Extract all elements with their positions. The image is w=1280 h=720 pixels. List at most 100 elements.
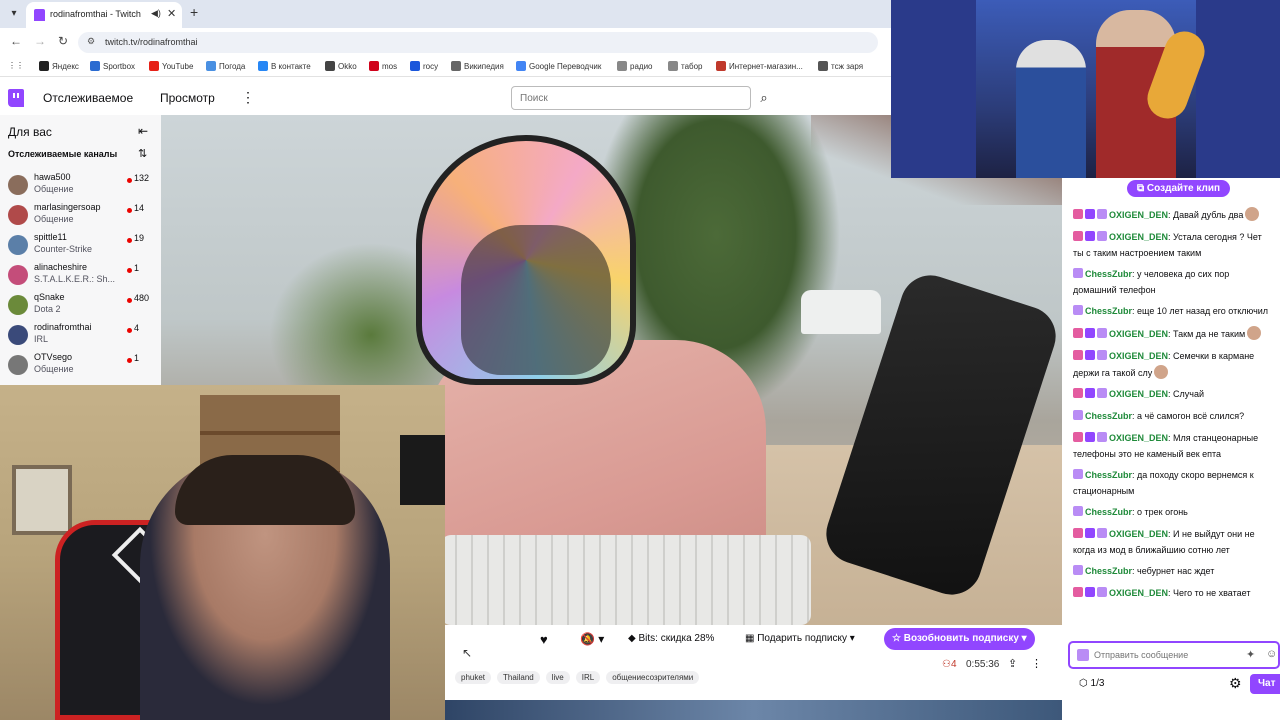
chat-username[interactable]: OXIGEN_DEN bbox=[1109, 232, 1168, 242]
bookmark-item[interactable]: табор bbox=[668, 61, 703, 71]
gift-sub-button[interactable]: ▦ Подарить подписку ▾ bbox=[745, 633, 855, 644]
badge-icon[interactable] bbox=[1085, 328, 1095, 338]
bookmark-item[interactable]: Погода bbox=[206, 61, 245, 71]
chat-username[interactable]: ChessZubr bbox=[1085, 566, 1132, 576]
sidebar-channel-OTVsego[interactable]: OTVsego Общение 1 bbox=[0, 350, 161, 380]
badge-icon[interactable] bbox=[1085, 432, 1095, 442]
bookmark-item[interactable]: Okko bbox=[325, 61, 357, 71]
bookmark-item[interactable]: Яндекс bbox=[39, 61, 79, 71]
chat-username[interactable]: OXIGEN_DEN bbox=[1109, 588, 1168, 598]
badge-icon[interactable] bbox=[1085, 388, 1095, 398]
bookmark-item[interactable]: mos bbox=[369, 61, 397, 71]
chat-badge-icon[interactable] bbox=[1077, 649, 1089, 661]
search-icon[interactable]: ⌕ bbox=[753, 86, 775, 110]
badge-icon[interactable] bbox=[1097, 350, 1107, 360]
back-icon[interactable]: ← bbox=[10, 34, 22, 48]
search-input[interactable] bbox=[511, 86, 751, 110]
more-options-icon[interactable]: ⋮ bbox=[1031, 657, 1042, 670]
badge-icon[interactable] bbox=[1073, 432, 1083, 442]
bookmark-item[interactable]: тсж заря bbox=[818, 61, 863, 71]
chat-username[interactable]: ChessZubr bbox=[1085, 470, 1132, 480]
reload-icon[interactable]: ↻ bbox=[58, 34, 68, 48]
resubscribe-button[interactable]: ☆ Возобновить подписку ▾ bbox=[884, 628, 1035, 650]
bookmark-item[interactable]: Интернет-магазин... bbox=[716, 61, 803, 71]
stream-tag[interactable]: phuket bbox=[455, 671, 492, 684]
badge-icon[interactable] bbox=[1097, 328, 1107, 338]
bookmark-item[interactable]: радио bbox=[617, 61, 652, 71]
badge-icon[interactable] bbox=[1097, 209, 1107, 219]
stream-tag[interactable]: Thailand bbox=[497, 671, 540, 684]
chat-message-input[interactable] bbox=[1094, 650, 1234, 660]
new-tab-icon[interactable]: + bbox=[190, 4, 198, 20]
chat-username[interactable]: ChessZubr bbox=[1085, 269, 1132, 279]
chat-username[interactable]: OXIGEN_DEN bbox=[1109, 529, 1168, 539]
sort-icon[interactable]: ⇅ bbox=[138, 147, 147, 160]
close-tab-icon[interactable]: ✕ bbox=[167, 7, 176, 20]
bits-button[interactable]: ◆ Bits: скидка 28% bbox=[628, 633, 714, 644]
emote-icon[interactable] bbox=[1245, 207, 1260, 221]
chat-username[interactable]: ChessZubr bbox=[1085, 306, 1132, 316]
badge-icon[interactable] bbox=[1097, 432, 1107, 442]
sidebar-channel-marlasingersoap[interactable]: marlasingersoap Общение 14 bbox=[0, 200, 161, 230]
badge-icon[interactable] bbox=[1073, 587, 1083, 597]
stream-tag[interactable]: общениесозрителями bbox=[606, 671, 700, 684]
chat-settings-gear-icon[interactable]: ⚙ bbox=[1229, 675, 1242, 692]
bookmark-item[interactable]: YouTube bbox=[149, 61, 193, 71]
badge-icon[interactable] bbox=[1097, 587, 1107, 597]
follow-heart-icon[interactable]: ♥ bbox=[540, 632, 548, 647]
share-icon[interactable]: ⇪ bbox=[1008, 657, 1017, 670]
chat-username[interactable]: ChessZubr bbox=[1085, 411, 1132, 421]
chat-username[interactable]: OXIGEN_DEN bbox=[1109, 329, 1168, 339]
badge-icon[interactable] bbox=[1073, 328, 1083, 338]
emote-icon[interactable] bbox=[1247, 326, 1262, 340]
badge-icon[interactable] bbox=[1073, 410, 1083, 420]
badge-icon[interactable] bbox=[1085, 209, 1095, 219]
bookmark-item[interactable]: Google Переводчик bbox=[516, 61, 601, 71]
badge-icon[interactable] bbox=[1073, 388, 1083, 398]
badge-icon[interactable] bbox=[1085, 528, 1095, 538]
chat-send-button[interactable]: Чат bbox=[1250, 674, 1280, 694]
emoji-icon[interactable]: ☺ bbox=[1266, 648, 1277, 660]
twitch-logo-icon[interactable] bbox=[8, 89, 24, 107]
browser-tab[interactable]: rodinafromthai - Twitch ◀) ✕ bbox=[26, 2, 182, 28]
bookmark-item[interactable]: Википедия bbox=[451, 61, 504, 71]
apps-icon[interactable]: ⋮⋮ bbox=[8, 61, 24, 70]
badge-icon[interactable] bbox=[1073, 231, 1083, 241]
bookmark-item[interactable]: В контакте bbox=[258, 61, 311, 71]
badge-icon[interactable] bbox=[1073, 565, 1083, 575]
chat-username[interactable]: OXIGEN_DEN bbox=[1109, 351, 1168, 361]
chat-username[interactable]: OXIGEN_DEN bbox=[1109, 210, 1168, 220]
badge-icon[interactable] bbox=[1085, 231, 1095, 241]
bookmark-item[interactable]: rocy bbox=[410, 61, 438, 71]
stream-tag[interactable]: live bbox=[545, 671, 570, 684]
chat-username[interactable]: OXIGEN_DEN bbox=[1109, 433, 1168, 443]
stream-tag[interactable]: IRL bbox=[575, 671, 601, 684]
badge-icon[interactable] bbox=[1073, 209, 1083, 219]
badge-icon[interactable] bbox=[1073, 469, 1083, 479]
chat-username[interactable]: ChessZubr bbox=[1085, 507, 1132, 517]
sidebar-channel-spittle11[interactable]: spittle11 Counter-Strike 19 bbox=[0, 230, 161, 260]
notifications-bell-icon[interactable]: 🔕 ▾ bbox=[580, 632, 604, 646]
collapse-sidebar-icon[interactable]: ⇤ bbox=[138, 124, 148, 138]
badge-icon[interactable] bbox=[1073, 268, 1083, 278]
sidebar-channel-rodinafromthai[interactable]: rodinafromthai IRL 4 bbox=[0, 320, 161, 350]
chat-input-box[interactable]: ✦ ☺ bbox=[1068, 641, 1280, 669]
sidebar-channel-hawa500[interactable]: hawa500 Общение 132 bbox=[0, 170, 161, 200]
badge-icon[interactable] bbox=[1073, 350, 1083, 360]
badge-icon[interactable] bbox=[1085, 350, 1095, 360]
forward-icon[interactable]: → bbox=[34, 34, 46, 48]
nav-following-link[interactable]: Отслеживаемое bbox=[43, 91, 133, 105]
bookmark-item[interactable]: Sportbox bbox=[90, 61, 135, 71]
site-info-icon[interactable]: ⚙ bbox=[87, 36, 95, 47]
emote-icon[interactable] bbox=[1154, 365, 1169, 379]
more-kebab-icon[interactable]: ⋮ bbox=[241, 89, 255, 106]
badge-icon[interactable] bbox=[1073, 305, 1083, 315]
badge-icon[interactable] bbox=[1073, 528, 1083, 538]
badge-icon[interactable] bbox=[1085, 587, 1095, 597]
badge-icon[interactable] bbox=[1097, 528, 1107, 538]
address-bar[interactable]: ⚙ twitch.tv/rodinafromthai bbox=[78, 32, 878, 53]
sidebar-channel-alinacheshire[interactable]: alinacheshire S.T.A.L.K.E.R.: Sh... 1 bbox=[0, 260, 161, 290]
tab-search-icon[interactable]: ▾ bbox=[6, 6, 22, 22]
badge-icon[interactable] bbox=[1073, 506, 1083, 516]
create-clip-button[interactable]: ⧉ Создайте клип bbox=[1127, 180, 1231, 197]
